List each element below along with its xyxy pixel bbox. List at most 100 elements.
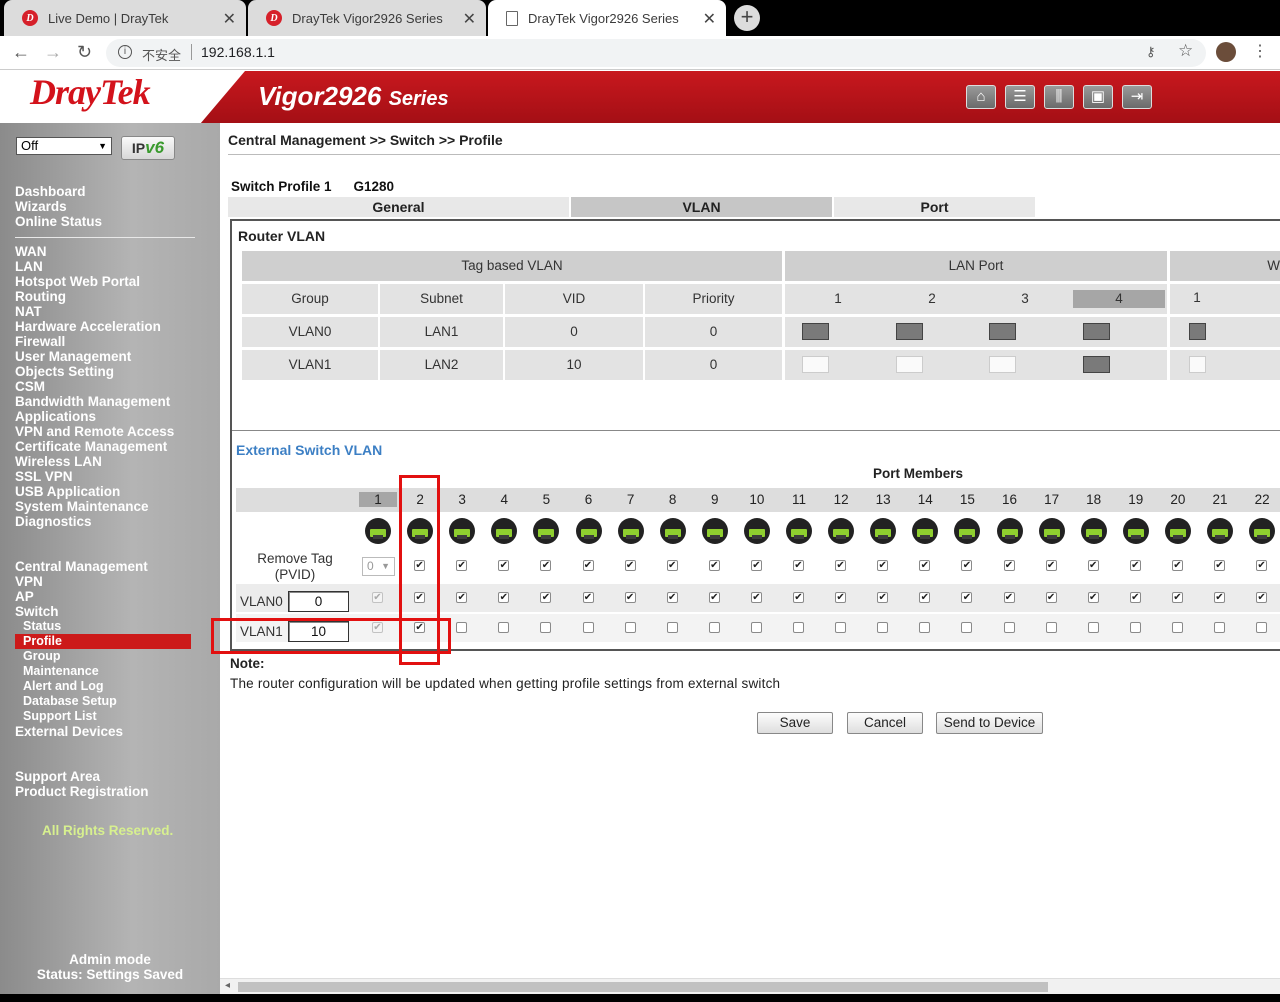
vlan0-port-checkbox[interactable]: ✔ xyxy=(498,592,510,603)
vlan1-port-checkbox[interactable] xyxy=(498,622,510,633)
horizontal-scrollbar[interactable]: ◂ xyxy=(220,978,1280,994)
remove-tag-checkbox[interactable]: ✔ xyxy=(961,560,973,571)
remove-tag-checkbox[interactable]: ✔ xyxy=(498,560,510,571)
remove-tag-checkbox[interactable]: ✔ xyxy=(877,560,889,571)
vlan1-port-checkbox[interactable] xyxy=(1087,622,1099,633)
sidebar-subitem-group[interactable]: Group xyxy=(23,649,61,664)
vlan1-port-checkbox[interactable] xyxy=(456,622,468,633)
remove-tag-checkbox[interactable]: ✔ xyxy=(582,560,594,571)
vlan1-port-checkbox[interactable] xyxy=(1045,622,1057,633)
sidebar-item-wizards[interactable]: Wizards xyxy=(15,199,67,214)
vlan0-port-checkbox[interactable]: ✔ xyxy=(750,592,762,603)
w-port-member-toggle[interactable] xyxy=(1189,323,1206,340)
vlan1-port-checkbox[interactable] xyxy=(540,622,552,633)
vlan0-port-checkbox[interactable]: ✔ xyxy=(1129,592,1141,603)
vlan0-port-checkbox[interactable]: ✔ xyxy=(456,592,468,603)
lan-port-member-toggle[interactable] xyxy=(802,356,829,373)
sidebar-subitem-profile[interactable]: Profile xyxy=(15,634,191,649)
cancel-button[interactable]: Cancel xyxy=(847,712,923,734)
browser-menu-icon[interactable]: ⋮ xyxy=(1252,41,1268,61)
remove-tag-checkbox[interactable]: ✔ xyxy=(666,560,678,571)
vlan0-port-checkbox[interactable]: ✔ xyxy=(540,592,552,603)
sidebar-item-ssl-vpn[interactable]: SSL VPN xyxy=(15,469,73,484)
bookmark-star-icon[interactable]: ☆ xyxy=(1178,41,1193,61)
vlan0-vid-input[interactable]: 0 xyxy=(288,591,349,612)
sidebar-item-vpn[interactable]: VPN xyxy=(15,574,43,589)
close-tab-icon[interactable]: ✕ xyxy=(463,9,476,29)
sidebar-subitem-maintenance[interactable]: Maintenance xyxy=(23,664,99,679)
remove-tag-checkbox[interactable]: ✔ xyxy=(750,560,762,571)
remove-tag-checkbox[interactable]: ✔ xyxy=(793,560,804,571)
sidebar-subitem-alert-log[interactable]: Alert and Log xyxy=(23,679,104,694)
lan-port-member-toggle[interactable] xyxy=(1083,356,1110,373)
browser-tab[interactable]: D DrayTek Vigor2926 Series ✕ xyxy=(248,0,486,36)
site-info-icon[interactable]: i xyxy=(118,45,132,59)
sidebar-subitem-support-list[interactable]: Support List xyxy=(23,709,97,724)
sidebar-item-wan[interactable]: WAN xyxy=(15,244,47,259)
quick-start-icon[interactable]: ☰ xyxy=(1005,85,1035,109)
vlan1-port-checkbox[interactable] xyxy=(877,622,889,633)
sidebar-item-routing[interactable]: Routing xyxy=(15,289,66,304)
vlan1-port-checkbox[interactable] xyxy=(624,622,636,633)
sidebar-item-switch[interactable]: Switch xyxy=(15,604,59,619)
tab-vlan[interactable]: VLAN xyxy=(571,197,832,217)
send-to-device-button[interactable]: Send to Device xyxy=(936,712,1043,734)
vlan1-port-checkbox[interactable] xyxy=(666,622,678,633)
vlan1-port-checkbox[interactable] xyxy=(1003,622,1015,633)
sidebar-item-nat[interactable]: NAT xyxy=(15,304,42,319)
vlan1-port-checkbox[interactable] xyxy=(582,622,594,633)
forward-icon[interactable]: → xyxy=(44,42,62,63)
vlan0-port-checkbox[interactable]: ✔ xyxy=(624,592,636,603)
sidebar-subitem-status[interactable]: Status xyxy=(23,619,61,634)
remove-tag-checkbox[interactable]: ✔ xyxy=(708,560,720,571)
vlan0-port-checkbox[interactable]: ✔ xyxy=(666,592,678,603)
vlan1-port-checkbox[interactable] xyxy=(919,622,931,633)
vlan1-port-checkbox[interactable] xyxy=(1171,622,1183,633)
sidebar-item-applications[interactable]: Applications xyxy=(15,409,96,424)
home-icon[interactable]: ⌂ xyxy=(966,85,996,109)
lan-port-member-toggle[interactable] xyxy=(1083,323,1110,340)
vlan1-port-checkbox[interactable] xyxy=(1256,622,1268,633)
vlan0-port-checkbox[interactable]: ✔ xyxy=(1003,592,1015,603)
vlan0-port-checkbox[interactable]: ✔ xyxy=(877,592,889,603)
sidebar-item-csm[interactable]: CSM xyxy=(15,379,45,394)
lan-port-member-toggle[interactable] xyxy=(802,323,829,340)
vlan0-port-checkbox[interactable]: ✔ xyxy=(1087,592,1099,603)
back-icon[interactable]: ← xyxy=(12,42,30,63)
reload-icon[interactable]: ↻ xyxy=(77,42,92,63)
lan-port-member-toggle[interactable] xyxy=(989,323,1016,340)
sidebar-item-product-reg[interactable]: Product Registration xyxy=(15,784,149,799)
remove-tag-checkbox[interactable]: ✔ xyxy=(1045,560,1057,571)
sidebar-item-vpn-remote[interactable]: VPN and Remote Access xyxy=(15,424,174,439)
sidebar-item-firewall[interactable]: Firewall xyxy=(15,334,65,349)
vlan0-port-checkbox[interactable]: ✔ xyxy=(835,592,847,603)
sidebar-item-support-area[interactable]: Support Area xyxy=(15,769,100,784)
sidebar-item-central-mgmt[interactable]: Central Management xyxy=(15,559,148,574)
close-tab-icon[interactable]: ✕ xyxy=(223,9,236,29)
url-text[interactable]: 192.168.1.1 xyxy=(201,44,275,60)
w-port-member-toggle[interactable] xyxy=(1189,356,1206,373)
sidebar-item-hw-accel[interactable]: Hardware Acceleration xyxy=(15,319,161,334)
vlan0-port-checkbox[interactable]: ✔ xyxy=(708,592,720,603)
remove-tag-checkbox[interactable]: ✔ xyxy=(835,560,847,571)
sidebar-item-online-status[interactable]: Online Status xyxy=(15,214,102,229)
vlan0-port-checkbox[interactable]: ✔ xyxy=(372,592,383,603)
remove-tag-checkbox[interactable]: ✔ xyxy=(1003,560,1015,571)
ipv6-button[interactable]: IPv6 xyxy=(121,136,175,160)
vlan0-port-checkbox[interactable]: ✔ xyxy=(1171,592,1183,603)
close-tab-icon[interactable]: ✕ xyxy=(703,9,716,29)
vlan0-port-checkbox[interactable]: ✔ xyxy=(1045,592,1057,603)
sidebar-item-sys-maint[interactable]: System Maintenance xyxy=(15,499,149,514)
vlan1-port-checkbox[interactable] xyxy=(835,622,847,633)
remove-tag-checkbox[interactable]: ✔ xyxy=(1129,560,1141,571)
vlan0-port-checkbox[interactable]: ✔ xyxy=(1256,592,1268,603)
settings-icon[interactable]: ⫼ xyxy=(1044,85,1074,109)
lan-port-member-toggle[interactable] xyxy=(896,356,923,373)
sidebar-item-certificate[interactable]: Certificate Management xyxy=(15,439,167,454)
remove-tag-checkbox[interactable]: ✔ xyxy=(540,560,552,571)
browser-tab[interactable]: D Live Demo | DrayTek ✕ xyxy=(4,0,246,36)
vlan1-port-checkbox[interactable] xyxy=(708,622,720,633)
save-icon[interactable]: ▣ xyxy=(1083,85,1113,109)
remove-tag-checkbox[interactable]: ✔ xyxy=(1087,560,1099,571)
sidebar-item-external-devices[interactable]: External Devices xyxy=(15,724,123,739)
